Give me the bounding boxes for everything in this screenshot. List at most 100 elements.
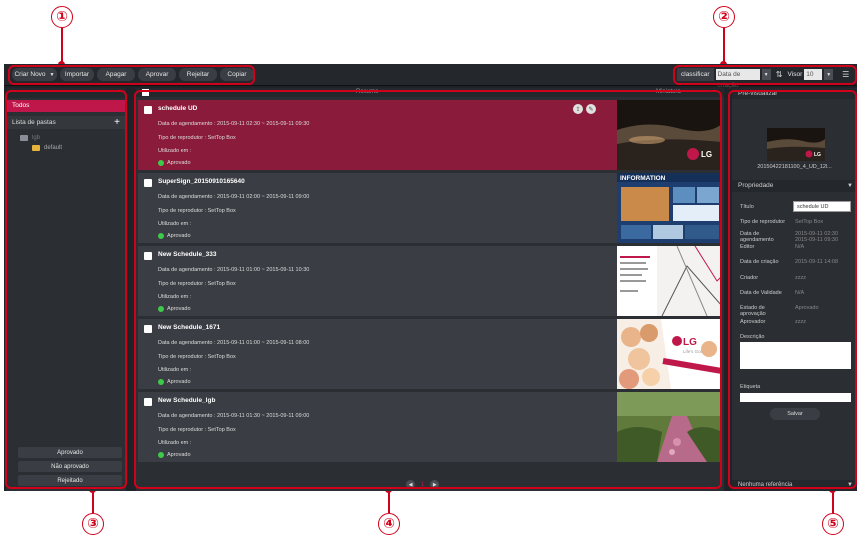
edit-icon[interactable]: ✎	[586, 104, 596, 114]
schedule-card[interactable]: New Schedule_lgb Data de agendamento : 2…	[138, 392, 722, 462]
card-checkbox[interactable]	[144, 179, 152, 187]
card-checkbox[interactable]	[144, 398, 152, 406]
prev-page-icon[interactable]: ◀	[406, 480, 415, 489]
delete-button[interactable]: Apagar	[97, 68, 135, 81]
filter-not-approved-button[interactable]: Não aprovado	[18, 461, 122, 472]
callout-3-line	[92, 490, 94, 513]
card-title: New Schedule_lgb	[158, 397, 216, 404]
card-status: Aprovado	[158, 379, 191, 385]
sort-label: classificar	[677, 68, 714, 81]
expand-icon[interactable]: ▼	[847, 480, 853, 491]
callout-5-line	[832, 490, 834, 513]
card-checkbox[interactable]	[144, 325, 152, 333]
sort-select[interactable]: Data de criação	[715, 69, 760, 89]
schedule-date-end: 2015-09-11 09:30	[795, 237, 839, 243]
copy-button[interactable]: Copiar	[220, 68, 254, 81]
collapse-icon[interactable]: ▼	[847, 180, 853, 192]
svg-text:LG: LG	[683, 337, 697, 348]
schedule-card[interactable]: schedule UD Data de agendamento : 2015-0…	[138, 100, 722, 170]
creator-label: Criador	[740, 275, 759, 281]
list-view-icon[interactable]: ☰	[839, 68, 852, 81]
callout-1: ①	[51, 6, 73, 28]
next-page-icon[interactable]: ▶	[430, 480, 440, 489]
folder-open-icon	[20, 135, 28, 141]
chevron-down-icon: ▼	[49, 71, 55, 78]
toolbar: Criar Novo ▼ Importar Apagar Aprovar Rej…	[4, 64, 857, 89]
tree-child[interactable]: default	[6, 143, 126, 153]
title-label: Título	[740, 204, 754, 210]
folder-list-header: Lista de pastas +	[6, 116, 126, 129]
select-all-checkbox[interactable]	[142, 89, 149, 96]
approval-state-label: Estado de aprovação	[740, 305, 766, 317]
player-type-label: Tipo de reprodutor	[740, 219, 786, 225]
properties-header: Propriedade ▼	[732, 180, 857, 192]
card-date: Data de agendamento : 2015-09-11 01:00 ~…	[158, 267, 310, 273]
description-label: Descrição	[740, 334, 765, 340]
approved-dot-icon	[158, 160, 164, 166]
preview-image[interactable]: LG	[767, 128, 825, 161]
card-checkbox[interactable]	[144, 252, 152, 260]
card-title: New Schedule_1671	[158, 324, 221, 331]
save-button[interactable]: Salvar	[770, 408, 820, 420]
card-date: Data de agendamento : 2015-09-11 01:00 ~…	[158, 340, 310, 346]
editor-value: N/A	[795, 244, 805, 250]
callout-4: ④	[378, 513, 400, 535]
nav-all[interactable]: Todos	[6, 100, 126, 112]
properties-label: Propriedade	[738, 182, 774, 189]
card-used-in: Utilizado em :	[158, 221, 192, 227]
approver-label: Aprovador	[740, 319, 766, 325]
callout-3: ③	[82, 513, 104, 535]
no-reference-footer[interactable]: Nenhuma referência ▼	[732, 480, 857, 491]
publish-icon[interactable]: ⇪	[573, 104, 583, 114]
filter-rejected-button[interactable]: Rejeitado	[18, 475, 122, 486]
description-field[interactable]	[740, 342, 851, 369]
card-checkbox[interactable]	[144, 106, 152, 114]
schedule-card[interactable]: SuperSign_20150910165640 Data de agendam…	[138, 173, 722, 243]
card-thumbnail: INFORMATION	[617, 173, 722, 243]
callout-2-line	[723, 28, 725, 64]
card-player-type: Tipo de reprodutor : SetTop Box	[158, 354, 236, 360]
card-player-type: Tipo de reprodutor : SetTop Box	[158, 427, 236, 433]
callout-1-line	[61, 28, 63, 64]
preview-header: Pré-visualizar	[732, 88, 857, 99]
sort-dropdown-icon[interactable]: ▼	[761, 69, 771, 80]
callout-5: ⑤	[822, 513, 844, 535]
card-status-label: Aprovado	[167, 160, 191, 166]
card-thumbnail: LG	[617, 100, 722, 170]
create-new-button[interactable]: Criar Novo ▼	[12, 68, 57, 81]
schedule-card[interactable]: New Schedule_333 Data de agendamento : 2…	[138, 246, 722, 316]
card-status-label: Aprovado	[167, 306, 191, 312]
folder-list-label: Lista de pastas	[12, 119, 56, 126]
card-used-in: Utilizado em :	[158, 148, 192, 154]
no-reference-label: Nenhuma referência	[738, 482, 793, 488]
callout-2: ②	[713, 6, 735, 28]
reject-button[interactable]: Rejeitar	[179, 68, 217, 81]
card-title: SuperSign_20150910165640	[158, 178, 245, 185]
add-folder-icon[interactable]: +	[114, 116, 120, 129]
approved-dot-icon	[158, 452, 164, 458]
tree-root[interactable]: lgb	[6, 133, 126, 143]
card-used-in: Utilizado em :	[158, 294, 192, 300]
card-title: schedule UD	[158, 105, 198, 112]
left-section-header	[6, 88, 126, 98]
current-page[interactable]: 1	[421, 482, 424, 488]
title-field[interactable]: schedule UD	[793, 201, 851, 212]
card-status-label: Aprovado	[167, 379, 191, 385]
card-status: Aprovado	[158, 452, 191, 458]
sort-order-icon[interactable]: ⇅	[773, 68, 786, 81]
view-dropdown-icon[interactable]: ▼	[824, 69, 834, 80]
schedule-date-label: Data de agendamento	[740, 231, 774, 243]
filter-approved-button[interactable]: Aprovado	[18, 447, 122, 458]
approve-button[interactable]: Aprovar	[138, 68, 176, 81]
import-button[interactable]: Importar	[60, 68, 94, 81]
validity-label: Data de Validade	[740, 290, 782, 296]
svg-text:LG: LG	[814, 152, 821, 158]
left-panel: Todos Lista de pastas + lgb default Apro…	[6, 88, 126, 491]
tag-field[interactable]	[740, 393, 851, 402]
pagination: ◀ 1 ▶	[406, 480, 440, 489]
card-date: Data de agendamento : 2015-09-11 01:30 ~…	[158, 413, 310, 419]
approved-dot-icon	[158, 306, 164, 312]
view-select[interactable]: 10	[804, 69, 823, 80]
view-label: Visor	[787, 71, 803, 78]
schedule-card[interactable]: New Schedule_1671 Data de agendamento : …	[138, 319, 722, 389]
